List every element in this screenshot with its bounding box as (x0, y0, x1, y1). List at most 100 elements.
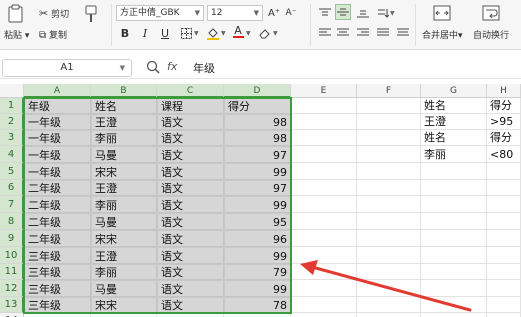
cell-b12[interactable]: 马曼 (91, 280, 157, 297)
cell-f11[interactable] (357, 264, 421, 280)
cell-h2[interactable]: >95 (487, 114, 521, 130)
cell-b14[interactable] (91, 313, 157, 317)
cell-e2[interactable] (291, 114, 357, 130)
cell-b11[interactable]: 李丽 (91, 264, 157, 280)
align-middle-icon[interactable] (335, 4, 351, 20)
cell-d9[interactable]: 96 (224, 230, 291, 247)
cell-h5[interactable] (487, 163, 521, 180)
text-direction-icon[interactable] (375, 5, 391, 21)
copy-button[interactable]: ⧉ 复制 (39, 28, 67, 41)
cell-a12[interactable]: 三年级 (24, 280, 91, 297)
row-header-2[interactable]: 2 (0, 114, 24, 130)
cell-h7[interactable] (487, 196, 521, 213)
cell-e11[interactable] (291, 264, 357, 280)
cell-c11[interactable]: 语文 (157, 264, 224, 280)
cell-f3[interactable] (357, 130, 421, 146)
border-icon[interactable] (178, 25, 194, 41)
cell-a2[interactable]: 一年级 (24, 114, 91, 130)
cell-a13[interactable]: 三年级 (24, 297, 91, 313)
cell-f14[interactable] (357, 313, 421, 317)
cell-e7[interactable] (291, 196, 357, 213)
chevron-down-icon[interactable]: ▼ (390, 10, 395, 17)
cell-g14[interactable] (421, 313, 487, 317)
align-top-icon[interactable] (317, 5, 333, 21)
paste-icon[interactable] (6, 4, 26, 24)
cell-d13[interactable]: 78 (224, 297, 291, 313)
name-box[interactable]: A1 ▼ (2, 59, 132, 77)
cell-g1[interactable]: 姓名 (421, 98, 487, 114)
cell-b9[interactable]: 宋宋 (91, 230, 157, 247)
cell-g11[interactable] (421, 264, 487, 280)
merge-center-icon[interactable] (433, 4, 451, 22)
cell-c1[interactable]: 课程 (157, 98, 224, 114)
font-color-button[interactable]: A (230, 24, 246, 40)
cell-a4[interactable]: 一年级 (24, 146, 91, 163)
cell-g12[interactable] (421, 280, 487, 297)
cell-b3[interactable]: 李丽 (91, 130, 157, 146)
wrap-text-icon[interactable] (482, 4, 500, 22)
cell-b8[interactable]: 马曼 (91, 213, 157, 230)
row-header-11[interactable]: 11 (0, 264, 24, 280)
cell-c9[interactable]: 语文 (157, 230, 224, 247)
column-header-a[interactable]: A (24, 84, 91, 98)
cell-f6[interactable] (357, 180, 421, 196)
cell-h13[interactable] (487, 297, 521, 313)
column-header-h[interactable]: H (487, 84, 521, 98)
chevron-down-icon[interactable]: ▼ (273, 30, 278, 37)
cell-f13[interactable] (357, 297, 421, 313)
column-header-c[interactable]: C (157, 84, 224, 98)
cell-a10[interactable]: 三年级 (24, 247, 91, 264)
cell-b13[interactable]: 宋宋 (91, 297, 157, 313)
cell-e3[interactable] (291, 130, 357, 146)
cell-f4[interactable] (357, 146, 421, 163)
row-header-1[interactable]: 1 (0, 98, 24, 114)
cell-b4[interactable]: 马曼 (91, 146, 157, 163)
paste-button[interactable]: 粘贴 ▾ (4, 28, 29, 41)
worksheet-grid[interactable]: ABCDEFGH1234567891011121314年级姓名课程得分姓名得分一… (0, 84, 521, 317)
cell-a5[interactable]: 一年级 (24, 163, 91, 180)
decrease-font-size-icon[interactable]: A⁻ (283, 5, 299, 21)
cell-d1[interactable]: 得分 (224, 98, 291, 114)
cell-h14[interactable] (487, 313, 521, 317)
cell-b7[interactable]: 李丽 (91, 196, 157, 213)
cell-b10[interactable]: 王澄 (91, 247, 157, 264)
cell-d4[interactable]: 97 (224, 146, 291, 163)
underline-button[interactable]: U (157, 25, 173, 41)
cell-h4[interactable]: <80 (487, 146, 521, 163)
cell-d14[interactable] (224, 313, 291, 317)
row-header-14[interactable]: 14 (0, 313, 24, 317)
cell-d8[interactable]: 95 (224, 213, 291, 230)
eraser-icon[interactable] (257, 25, 273, 41)
align-center-icon[interactable] (335, 25, 351, 41)
cell-h3[interactable]: 得分 (487, 130, 521, 146)
row-header-8[interactable]: 8 (0, 213, 24, 230)
row-header-4[interactable]: 4 (0, 146, 24, 163)
cell-c14[interactable] (157, 313, 224, 317)
cell-c3[interactable]: 语文 (157, 130, 224, 146)
row-header-9[interactable]: 9 (0, 230, 24, 247)
cell-b5[interactable]: 宋宋 (91, 163, 157, 180)
row-header-6[interactable]: 6 (0, 180, 24, 196)
cell-b6[interactable]: 王澄 (91, 180, 157, 196)
column-header-b[interactable]: B (91, 84, 157, 98)
cell-d3[interactable]: 98 (224, 130, 291, 146)
cell-f5[interactable] (357, 163, 421, 180)
format-painter-icon[interactable] (83, 4, 99, 24)
cell-e13[interactable] (291, 297, 357, 313)
cell-d12[interactable]: 99 (224, 280, 291, 297)
cell-c12[interactable]: 语文 (157, 280, 224, 297)
cell-e12[interactable] (291, 280, 357, 297)
cell-g5[interactable] (421, 163, 487, 180)
distribute-icon[interactable] (395, 25, 411, 41)
zoom-icon[interactable] (146, 60, 160, 74)
cell-h8[interactable] (487, 213, 521, 230)
column-header-g[interactable]: G (421, 84, 487, 98)
cell-e4[interactable] (291, 146, 357, 163)
column-header-e[interactable]: E (291, 84, 357, 98)
cell-a3[interactable]: 一年级 (24, 130, 91, 146)
cut-button[interactable]: ✂ 剪切 (39, 7, 69, 20)
cell-g7[interactable] (421, 196, 487, 213)
formula-input[interactable]: 年级 (193, 60, 215, 76)
cell-e10[interactable] (291, 247, 357, 264)
cell-g8[interactable] (421, 213, 487, 230)
